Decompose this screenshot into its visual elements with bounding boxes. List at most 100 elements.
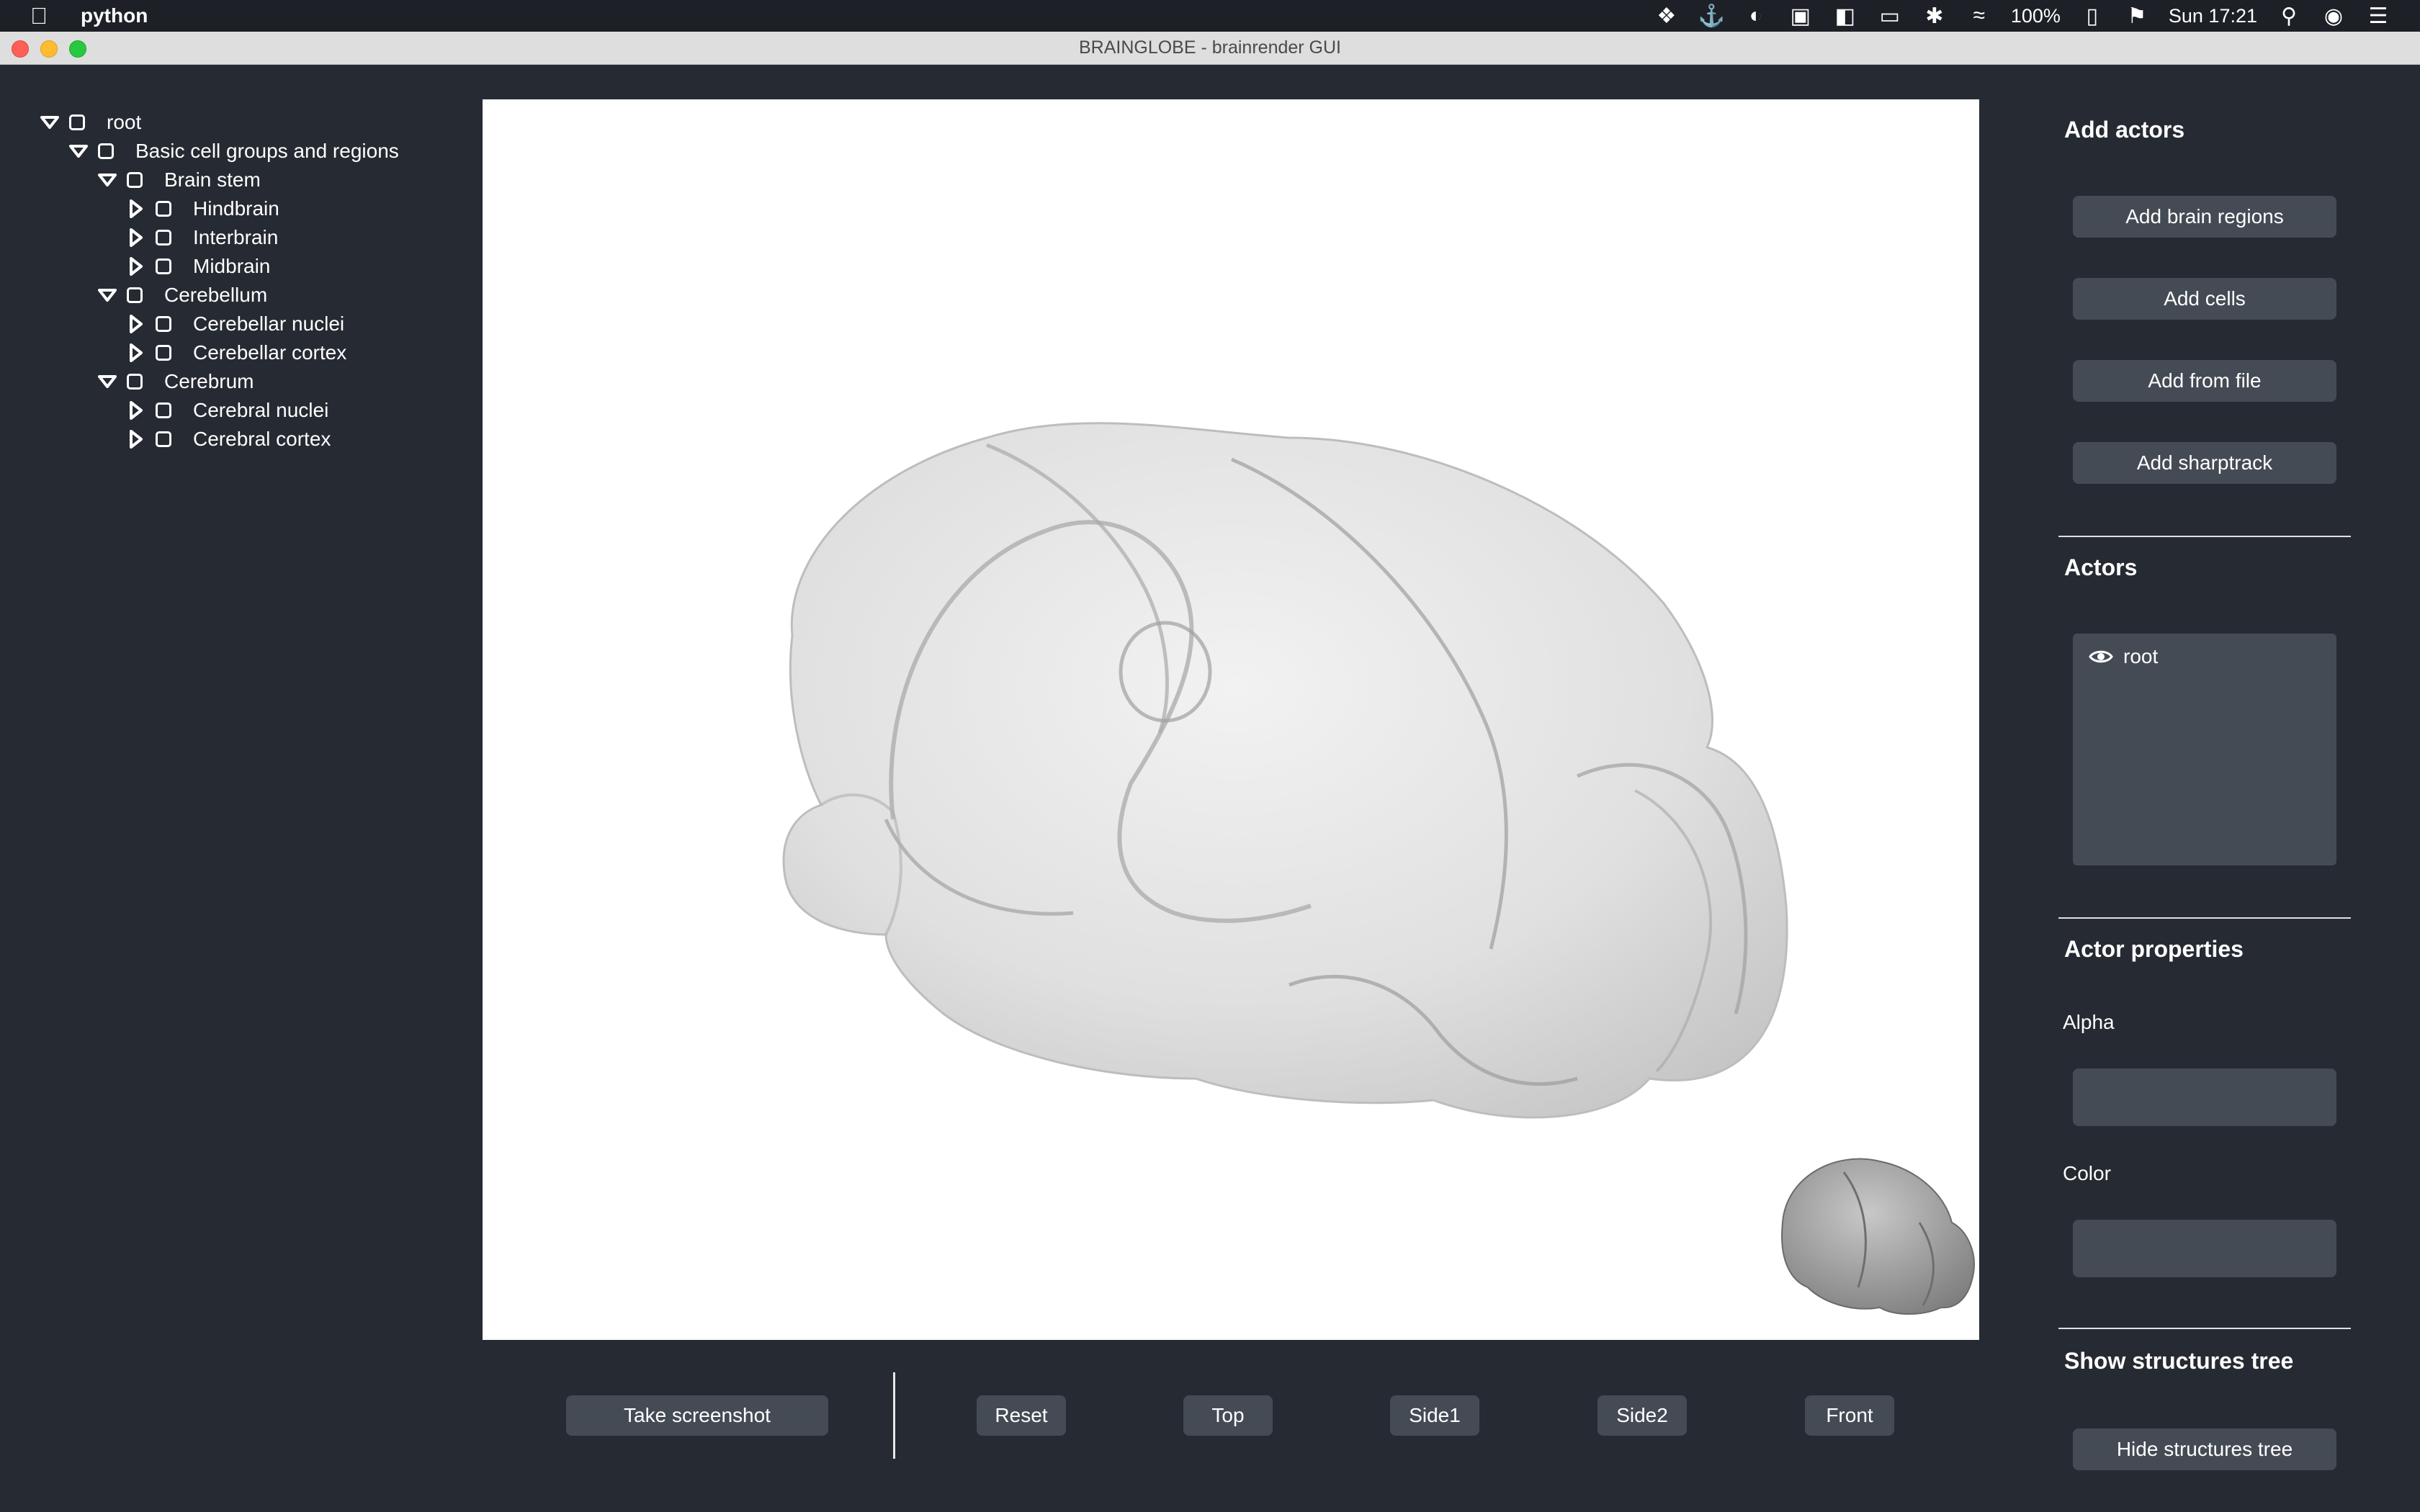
tree-checkbox[interactable] bbox=[98, 143, 114, 159]
take-screenshot-button[interactable]: Take screenshot bbox=[566, 1395, 828, 1436]
color-label: Color bbox=[2063, 1162, 2111, 1184]
structures-tree: root Basic cell groups and regions Brain… bbox=[29, 108, 447, 454]
tree-item-label: Brain stem bbox=[164, 168, 261, 191]
tree-checkbox[interactable] bbox=[69, 114, 85, 130]
window-title: BRAINGLOBE - brainrender GUI bbox=[1078, 37, 1341, 58]
expand-arrow-icon[interactable] bbox=[39, 112, 60, 133]
collapse-arrow-icon[interactable] bbox=[125, 428, 147, 450]
menu-bar:  python ❖ ⚓ ◐ ▣ ◧ ▭ ✱ ≈ 100% ▯ ⚑ Sun 17… bbox=[0, 0, 2420, 32]
tree-checkbox[interactable] bbox=[127, 172, 143, 188]
render-viewport[interactable] bbox=[483, 99, 1979, 1340]
battery-icon[interactable]: ▯ bbox=[2079, 4, 2105, 29]
tree-item-label: Cerebral nuclei bbox=[193, 399, 329, 421]
add-sharptrack-button[interactable]: Add sharptrack bbox=[2073, 442, 2336, 484]
tree-checkbox[interactable] bbox=[156, 431, 171, 447]
expand-arrow-icon[interactable] bbox=[68, 140, 89, 162]
tree-checkbox[interactable] bbox=[156, 316, 171, 332]
front-view-button[interactable]: Front bbox=[1805, 1395, 1894, 1436]
reset-view-button[interactable]: Reset bbox=[977, 1395, 1066, 1436]
window-title-bar: BRAINGLOBE - brainrender GUI bbox=[0, 32, 2420, 65]
actors-heading: Actors bbox=[2064, 554, 2138, 580]
alpha-input[interactable] bbox=[2073, 1068, 2336, 1126]
minimize-window-button[interactable] bbox=[40, 40, 58, 58]
actor-properties-heading: Actor properties bbox=[2064, 936, 2244, 962]
airplay-icon[interactable]: ▭ bbox=[1877, 4, 1903, 29]
close-window-button[interactable] bbox=[12, 40, 29, 58]
menubar-clock[interactable]: Sun 17:21 bbox=[2169, 5, 2257, 27]
siri-icon[interactable]: ◉ bbox=[2321, 4, 2347, 29]
collapse-arrow-icon[interactable] bbox=[125, 227, 147, 248]
dropbox-icon[interactable]: ❖ bbox=[1654, 4, 1680, 29]
zoom-window-button[interactable] bbox=[69, 40, 86, 58]
battery-percent: 100% bbox=[2010, 4, 2061, 27]
add-brain-regions-button[interactable]: Add brain regions bbox=[2073, 196, 2336, 238]
tree-item-label: Cerebellar cortex bbox=[193, 341, 347, 364]
tree-item-label: Hindbrain bbox=[193, 197, 279, 220]
docker-icon[interactable]: ⚓ bbox=[1698, 4, 1725, 29]
contrast-icon[interactable]: ◐ bbox=[1743, 4, 1769, 28]
collapse-arrow-icon[interactable] bbox=[125, 256, 147, 277]
collapse-arrow-icon[interactable] bbox=[125, 400, 147, 421]
tree-item-cerebellar-cortex[interactable]: Cerebellar cortex bbox=[29, 338, 447, 367]
tree-item-label: Cerebellar nuclei bbox=[193, 312, 345, 335]
tree-item-label: Cerebral cortex bbox=[193, 428, 331, 450]
add-cells-button[interactable]: Add cells bbox=[2073, 278, 2336, 320]
wifi-icon[interactable]: ≈ bbox=[1966, 4, 1992, 28]
tree-checkbox[interactable] bbox=[156, 402, 171, 418]
hide-structures-tree-button[interactable]: Hide structures tree bbox=[2073, 1428, 2336, 1470]
tree-item-cerebral-cortex[interactable]: Cerebral cortex bbox=[29, 425, 447, 454]
tree-item-label: Midbrain bbox=[193, 255, 271, 277]
tree-item-cerebellar-nuclei[interactable]: Cerebellar nuclei bbox=[29, 310, 447, 338]
section-divider bbox=[2058, 917, 2351, 919]
expand-arrow-icon[interactable] bbox=[97, 169, 118, 191]
tree-item-basic-cell-groups[interactable]: Basic cell groups and regions bbox=[29, 137, 447, 166]
flag-icon[interactable]: ⚑ bbox=[2124, 4, 2150, 29]
tree-item-midbrain[interactable]: Midbrain bbox=[29, 252, 447, 281]
app-menu-name[interactable]: python bbox=[81, 4, 148, 27]
collapse-arrow-icon[interactable] bbox=[125, 313, 147, 335]
spotlight-search-icon[interactable]: ⚲ bbox=[2276, 4, 2302, 29]
app-status-icon[interactable]: ▣ bbox=[1788, 4, 1814, 29]
expand-arrow-icon[interactable] bbox=[97, 284, 118, 306]
tree-item-label: Cerebellum bbox=[164, 284, 268, 306]
tree-item-brain-stem[interactable]: Brain stem bbox=[29, 166, 447, 194]
actor-item-root[interactable]: root bbox=[2089, 645, 2158, 668]
tree-item-root[interactable]: root bbox=[29, 108, 447, 137]
tree-item-interbrain[interactable]: Interbrain bbox=[29, 223, 447, 252]
tree-checkbox[interactable] bbox=[156, 345, 171, 361]
side1-view-button[interactable]: Side1 bbox=[1390, 1395, 1479, 1436]
brain-mesh bbox=[782, 422, 1788, 1119]
tree-item-label: root bbox=[107, 111, 142, 133]
section-divider bbox=[2058, 1328, 2351, 1329]
actors-list[interactable]: root bbox=[2073, 634, 2336, 865]
tree-checkbox[interactable] bbox=[127, 374, 143, 390]
alpha-label: Alpha bbox=[2063, 1011, 2115, 1033]
tree-item-cerebrum[interactable]: Cerebrum bbox=[29, 367, 447, 396]
tree-item-label: Basic cell groups and regions bbox=[135, 140, 399, 162]
tree-item-cerebellum[interactable]: Cerebellum bbox=[29, 281, 447, 310]
add-from-file-button[interactable]: Add from file bbox=[2073, 360, 2336, 402]
tree-checkbox[interactable] bbox=[156, 230, 171, 246]
layout-icon[interactable]: ◧ bbox=[1832, 4, 1858, 29]
color-input[interactable] bbox=[2073, 1220, 2336, 1277]
tree-item-hindbrain[interactable]: Hindbrain bbox=[29, 194, 447, 223]
tree-checkbox[interactable] bbox=[156, 258, 171, 274]
eye-icon[interactable] bbox=[2089, 648, 2113, 665]
status-area: ❖ ⚓ ◐ ▣ ◧ ▭ ✱ ≈ 100% ▯ ⚑ Sun 17:21 ⚲ ◉ ☰ bbox=[1654, 4, 2391, 29]
add-actors-heading: Add actors bbox=[2064, 117, 2185, 143]
collapse-arrow-icon[interactable] bbox=[125, 198, 147, 220]
tree-checkbox[interactable] bbox=[127, 287, 143, 303]
tree-item-cerebral-nuclei[interactable]: Cerebral nuclei bbox=[29, 396, 447, 425]
tree-checkbox[interactable] bbox=[156, 201, 171, 217]
expand-arrow-icon[interactable] bbox=[97, 371, 118, 392]
section-divider bbox=[2058, 536, 2351, 537]
collapse-arrow-icon[interactable] bbox=[125, 342, 147, 364]
brain-render[interactable] bbox=[483, 99, 1979, 1340]
top-view-button[interactable]: Top bbox=[1183, 1395, 1273, 1436]
side2-view-button[interactable]: Side2 bbox=[1597, 1395, 1687, 1436]
notification-center-icon[interactable]: ☰ bbox=[2365, 4, 2391, 29]
bluetooth-icon[interactable]: ✱ bbox=[1922, 4, 1948, 29]
apple-menu-icon[interactable]:  bbox=[27, 3, 50, 30]
orientation-widget-brain bbox=[1781, 1158, 1975, 1315]
show-structures-tree-heading: Show structures tree bbox=[2064, 1348, 2294, 1374]
